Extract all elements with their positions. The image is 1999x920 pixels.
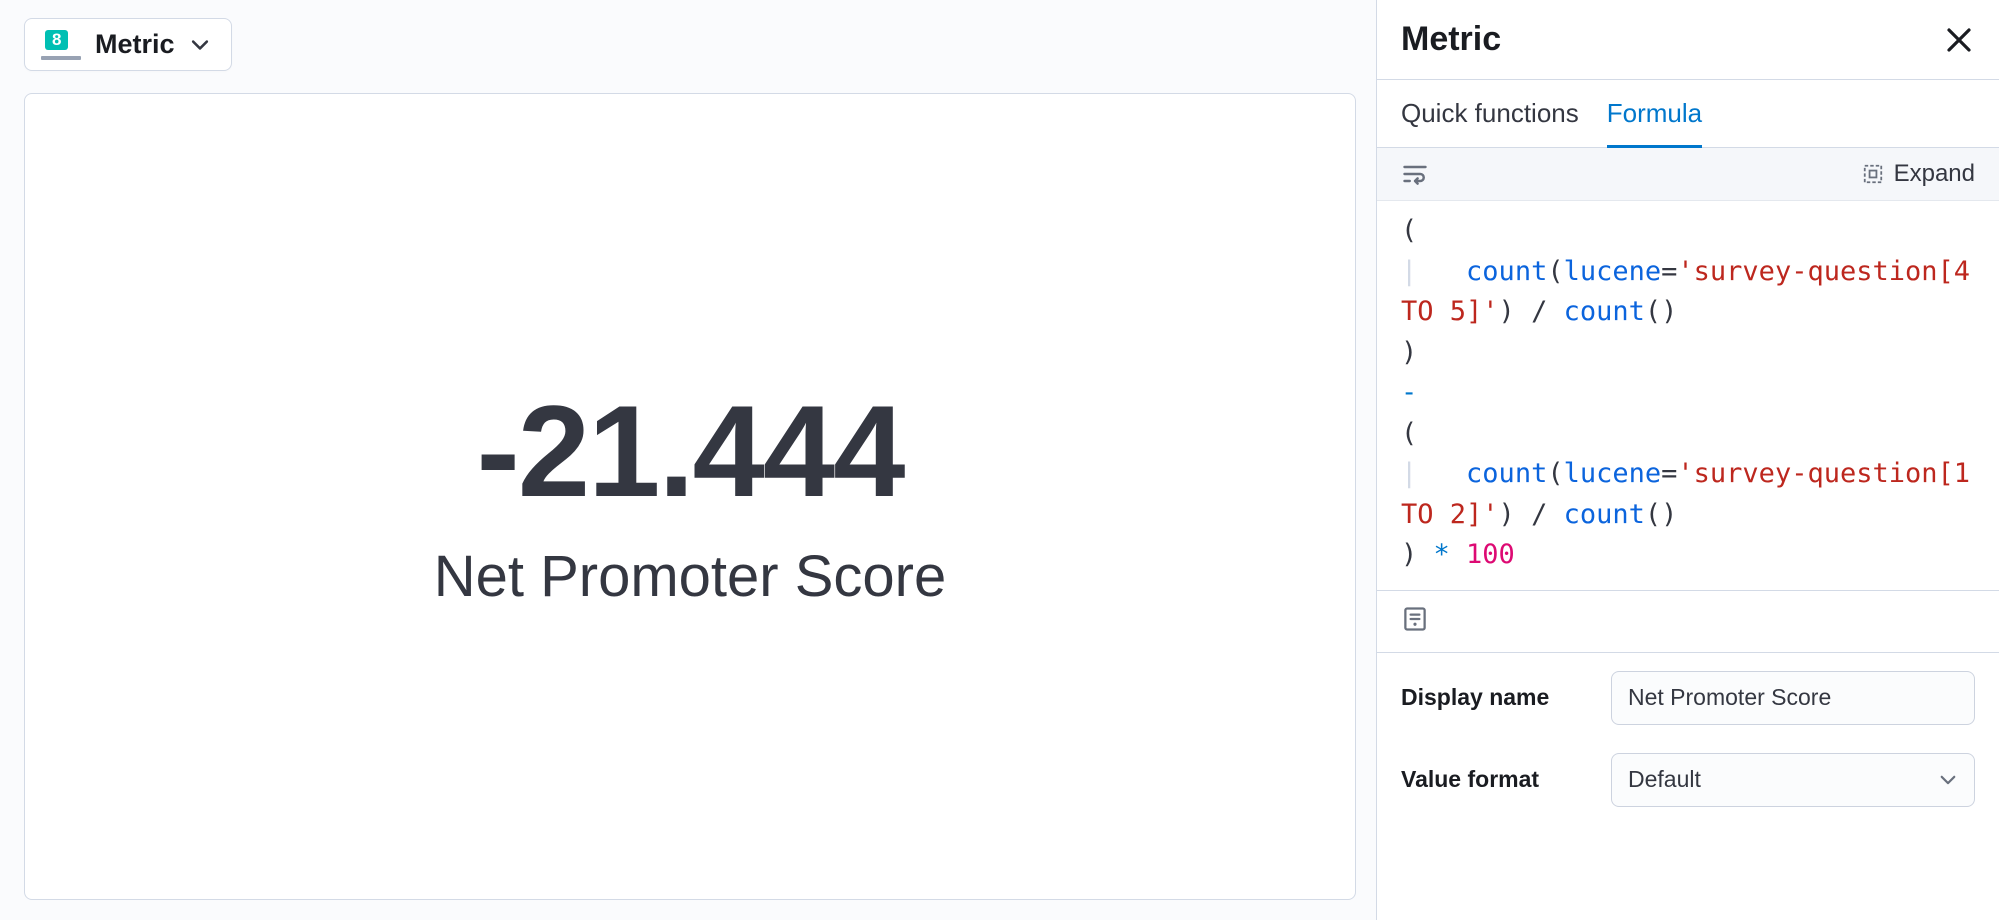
expand-icon	[1862, 163, 1884, 185]
metric-vis-icon: 8	[41, 30, 81, 60]
metric-label: Net Promoter Score	[434, 543, 947, 610]
panel-tabs: Quick functions Formula	[1377, 80, 1999, 148]
value-format-label: Value format	[1401, 766, 1591, 793]
reference-bar	[1377, 591, 1999, 653]
panel-header: Metric	[1377, 0, 1999, 80]
formula-editor[interactable]: ( | count(lucene='survey-question[4 TO 5…	[1377, 201, 1999, 591]
tab-quick-functions[interactable]: Quick functions	[1401, 80, 1579, 148]
visualization-type-label: Metric	[95, 29, 175, 60]
display-name-label: Display name	[1401, 684, 1591, 711]
visualization-type-selector[interactable]: 8 Metric	[24, 18, 232, 71]
visualization-card: -21.444 Net Promoter Score	[24, 93, 1356, 900]
documentation-icon[interactable]	[1401, 605, 1429, 633]
value-format-row: Value format Default	[1401, 753, 1975, 807]
config-panel: Metric Quick functions Formula Expand ( …	[1376, 0, 1999, 920]
expand-label: Expand	[1894, 160, 1975, 188]
display-name-input[interactable]: Net Promoter Score	[1611, 671, 1975, 725]
formula-editor-toolbar: Expand	[1377, 148, 1999, 201]
word-wrap-icon[interactable]	[1401, 160, 1429, 188]
display-name-row: Display name Net Promoter Score	[1401, 671, 1975, 725]
expand-editor-button[interactable]: Expand	[1862, 160, 1975, 188]
close-icon[interactable]	[1943, 24, 1975, 56]
metric-value: -21.444	[477, 383, 904, 520]
metric-badge: 8	[45, 30, 68, 50]
config-form: Display name Net Promoter Score Value fo…	[1377, 653, 1999, 807]
value-format-select[interactable]: Default	[1611, 753, 1975, 807]
tab-formula[interactable]: Formula	[1607, 80, 1702, 148]
chevron-down-icon	[1938, 770, 1958, 790]
panel-title: Metric	[1401, 20, 1501, 59]
main-canvas: 8 Metric -21.444 Net Promoter Score	[0, 0, 1376, 920]
chevron-down-icon	[189, 34, 211, 56]
